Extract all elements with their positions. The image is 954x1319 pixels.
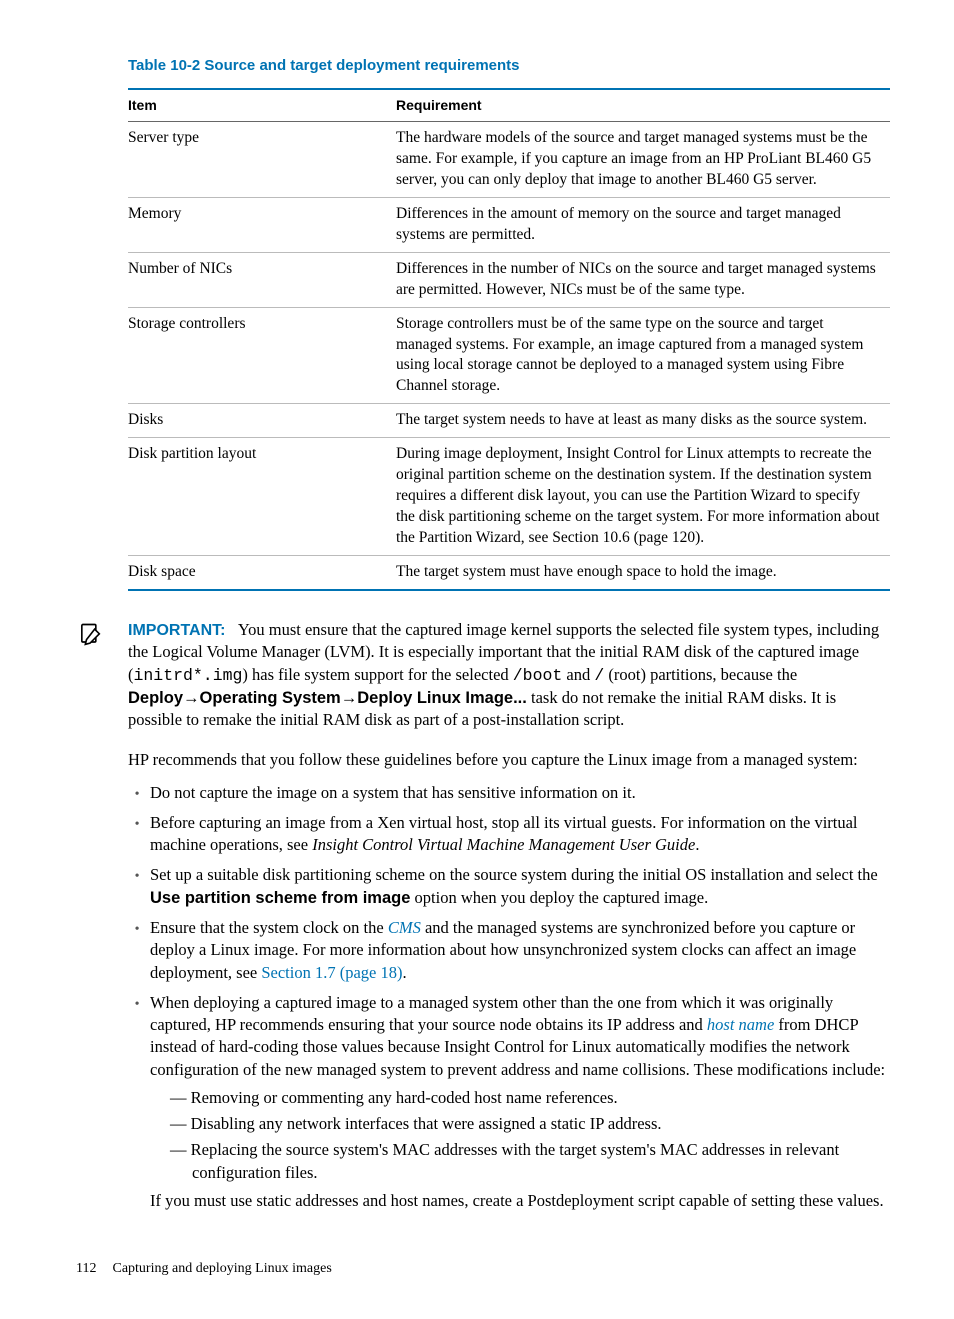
table-row: Disk spaceThe target system must have en… [128,555,890,589]
requirements-table: Item Requirement Server typeThe hardware… [128,88,890,590]
cell-item: Disk space [128,555,396,589]
list-item: Set up a suitable disk partitioning sche… [150,864,890,909]
menu-path: Deploy Linux Image... [357,689,527,707]
section-link[interactable]: Section 1.7 (page 18) [261,963,402,982]
table-row: Storage controllersStorage controllers m… [128,307,890,404]
text: ) has file system support for the select… [242,665,512,684]
text: Do not capture the image on a system tha… [150,783,636,802]
doc-title: Insight Control Virtual Machine Manageme… [312,835,695,854]
table-row: Number of NICsDifferences in the number … [128,252,890,307]
cell-req: Storage controllers must be of the same … [396,307,890,404]
code: / [594,666,604,685]
glossary-link[interactable]: CMS [388,918,421,937]
cell-req: The target system needs to have at least… [396,404,890,438]
cell-item: Number of NICs [128,252,396,307]
cell-req: The target system must have enough space… [396,555,890,589]
list-item: Before capturing an image from a Xen vir… [150,812,890,857]
cell-req: Differences in the amount of memory on t… [396,197,890,252]
table-row: Server typeThe hardware models of the so… [128,122,890,198]
table-caption: Table 10-2 Source and target deployment … [128,56,890,76]
cell-req: During image deployment, Insight Control… [396,438,890,556]
sub-list: Removing or commenting any hard-coded ho… [150,1087,890,1184]
intro-paragraph: HP recommends that you follow these guid… [128,749,890,771]
code: /boot [513,666,563,685]
text: Replacing the source system's MAC addres… [191,1140,840,1181]
page-footer: 112 Capturing and deploying Linux images [76,1260,890,1279]
text: Ensure that the system clock on the [150,918,388,937]
cell-item: Storage controllers [128,307,396,404]
list-item: Do not capture the image on a system tha… [150,782,890,804]
cell-item: Disks [128,404,396,438]
glossary-link[interactable]: host name [707,1015,774,1034]
cell-item: Memory [128,197,396,252]
menu-path: Operating System [200,689,341,707]
list-item: When deploying a captured image to a man… [150,992,890,1212]
ui-option: Use partition scheme from image [150,889,410,907]
page-number: 112 [76,1260,96,1279]
text: Set up a suitable disk partitioning sche… [150,865,878,884]
text: . [402,963,406,982]
code: initrd*.img [134,666,243,685]
important-note: IMPORTANT: You must ensure that the capt… [76,619,890,732]
arrow: → [341,688,358,707]
text: (root) partitions, because the [604,665,797,684]
text: option when you deploy the captured imag… [410,888,708,907]
table-row: Disk partition layoutDuring image deploy… [128,438,890,556]
arrow: → [183,688,200,707]
menu-path: Deploy [128,689,183,707]
sub-list-item: Replacing the source system's MAC addres… [170,1139,890,1184]
text: Removing or commenting any hard-coded ho… [191,1088,618,1107]
sub-list-item: Removing or commenting any hard-coded ho… [170,1087,890,1109]
important-body: IMPORTANT: You must ensure that the capt… [128,619,890,732]
cell-item: Disk partition layout [128,438,396,556]
text: Disabling any network interfaces that we… [191,1114,662,1133]
text: If you must use static addresses and hos… [150,1191,884,1210]
guideline-list: Do not capture the image on a system tha… [128,782,890,1213]
table-row: MemoryDifferences in the amount of memor… [128,197,890,252]
cell-item: Server type [128,122,396,198]
text: . [695,835,699,854]
cell-req: Differences in the number of NICs on the… [396,252,890,307]
footer-title: Capturing and deploying Linux images [112,1260,331,1279]
cell-req: The hardware models of the source and ta… [396,122,890,198]
table-row: DisksThe target system needs to have at … [128,404,890,438]
col-item: Item [128,89,396,121]
col-requirement: Requirement [396,89,890,121]
note-icon [76,619,128,732]
text: and [562,665,594,684]
sub-list-item: Disabling any network interfaces that we… [170,1113,890,1135]
important-label: IMPORTANT: [128,622,225,639]
list-item: Ensure that the system clock on the CMS … [150,917,890,984]
